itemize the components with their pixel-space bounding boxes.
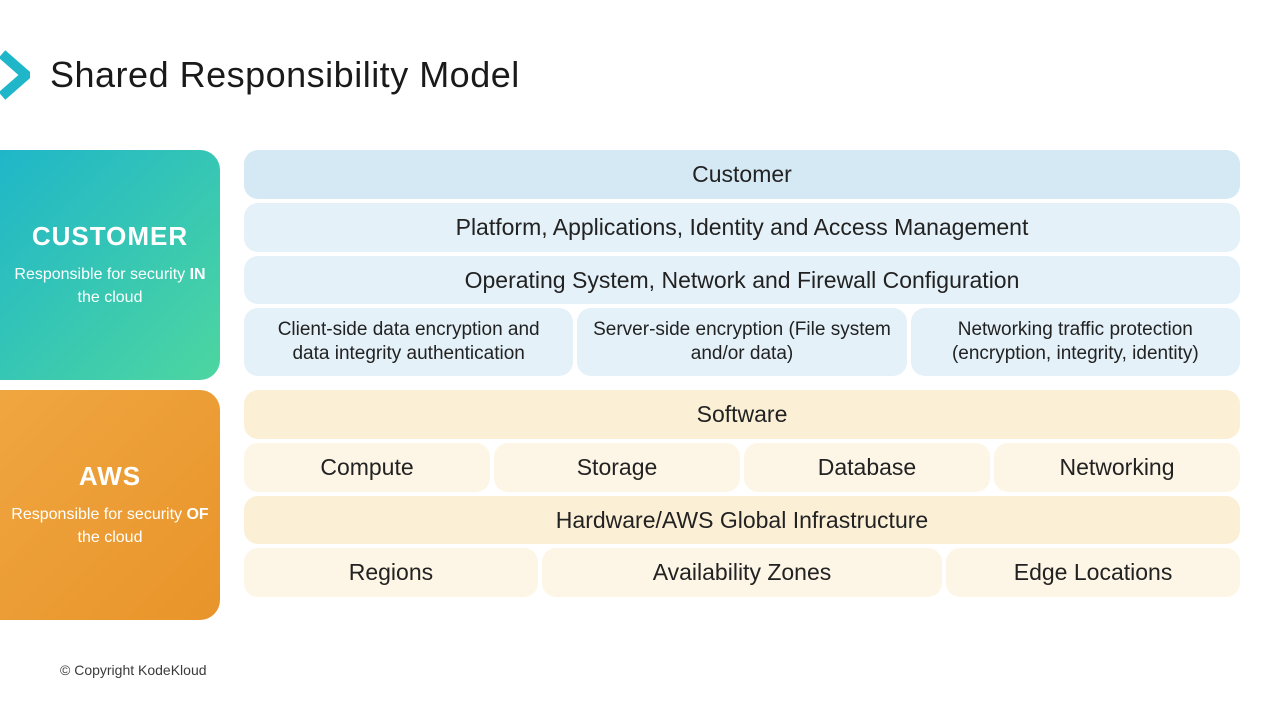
customer-side-label: CUSTOMER Responsible for security IN the… (0, 150, 220, 380)
customer-sub-bold: IN (190, 266, 206, 283)
aws-row-azs: Availability Zones (542, 548, 942, 597)
customer-row-platform: Platform, Applications, Identity and Acc… (244, 203, 1240, 252)
aws-row-networking: Networking (994, 443, 1240, 492)
customer-sub-pre: Responsible for security (14, 266, 189, 283)
aws-side-label: AWS Responsible for security OF the clou… (0, 390, 220, 620)
aws-row-database: Database (744, 443, 990, 492)
aws-sub-bold: OF (186, 506, 208, 523)
page-title: Shared Responsibility Model (50, 54, 520, 96)
shared-responsibility-diagram: CUSTOMER Responsible for security IN the… (0, 150, 1240, 620)
customer-row-client-encryption: Client-side data encryption and data int… (244, 308, 573, 376)
customer-row-network-protection: Networking traffic protection (encryptio… (911, 308, 1240, 376)
customer-stack: Customer Platform, Applications, Identit… (244, 150, 1240, 380)
aws-stack: Software Compute Storage Database Networ… (244, 390, 1240, 620)
aws-row-hardware: Hardware/AWS Global Infrastructure (244, 496, 1240, 545)
customer-row-customer: Customer (244, 150, 1240, 199)
aws-row-regions: Regions (244, 548, 538, 597)
aws-subtitle: Responsible for security OF the cloud (10, 504, 210, 549)
customer-row-server-encryption: Server-side encryption (File system and/… (577, 308, 906, 376)
aws-label: AWS (79, 461, 141, 492)
aws-row-compute: Compute (244, 443, 490, 492)
customer-sub-post: the cloud (78, 289, 143, 306)
customer-label: CUSTOMER (32, 221, 188, 252)
aws-row-software: Software (244, 390, 1240, 439)
customer-row-os: Operating System, Network and Firewall C… (244, 256, 1240, 305)
aws-row-storage: Storage (494, 443, 740, 492)
chevron-right-icon (0, 50, 30, 100)
title-row: Shared Responsibility Model (0, 50, 520, 100)
customer-section: CUSTOMER Responsible for security IN the… (0, 150, 1240, 380)
customer-subtitle: Responsible for security IN the cloud (10, 264, 210, 309)
aws-row-edge: Edge Locations (946, 548, 1240, 597)
copyright-footer: © Copyright KodeKloud (60, 662, 207, 678)
aws-section: AWS Responsible for security OF the clou… (0, 390, 1240, 620)
aws-sub-post: the cloud (78, 529, 143, 546)
aws-sub-pre: Responsible for security (11, 506, 186, 523)
